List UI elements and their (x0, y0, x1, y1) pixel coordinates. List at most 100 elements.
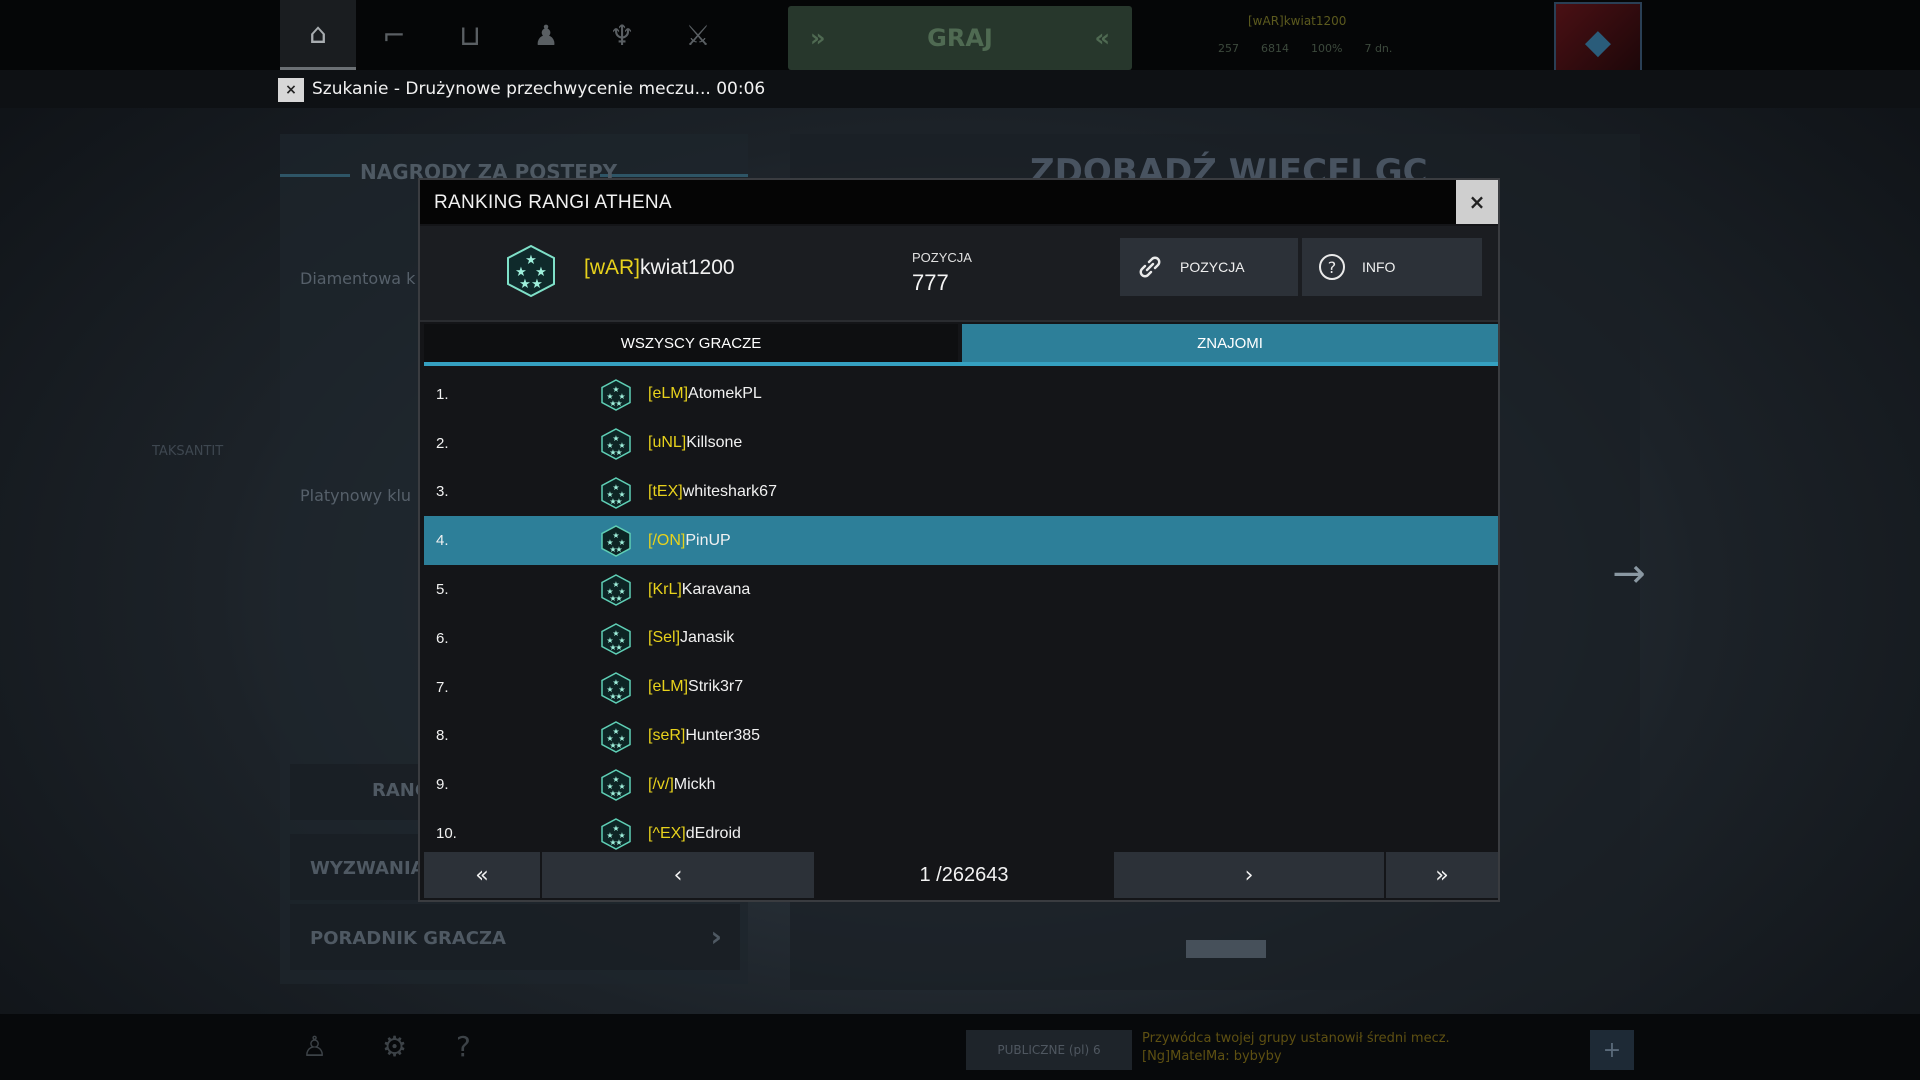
tab-friends[interactable]: ZNAJOMI (962, 324, 1498, 362)
table-row[interactable]: 1. ★ ★ ★ ★ ★ [eLM]AtomekPL (424, 370, 1498, 419)
rank-number: 2. (436, 434, 449, 452)
table-row[interactable]: 10. ★ ★ ★ ★ ★ [^EX]dEdroid (424, 809, 1498, 858)
player-nickname: Karavana (681, 580, 751, 598)
reward-label: Diamentowa k (300, 269, 416, 288)
player-name: [^EX]dEdroid (648, 825, 741, 843)
close-button[interactable]: × (1456, 180, 1498, 224)
weapons-icon[interactable]: ⌐ (356, 0, 432, 70)
player-nickname: whiteshark67 (682, 482, 777, 500)
clan-tag: [^EX] (648, 824, 686, 842)
trophy-icon[interactable]: ♆ (584, 0, 660, 70)
player-name: [KrL]Karavana (648, 581, 750, 599)
friends-icon[interactable]: ♙ (302, 1030, 327, 1063)
help-icon[interactable]: ? (456, 1030, 471, 1063)
clan-tag: [Sel] (648, 629, 681, 647)
table-row[interactable]: 5. ★ ★ ★ ★ ★ [KrL]Karavana (424, 565, 1498, 614)
clan-tag: [wAR] (584, 256, 641, 279)
clan-tag: [tEX] (648, 482, 683, 500)
rank-number: 1. (436, 385, 449, 403)
player-nickname: Janasik (680, 629, 735, 647)
divider (280, 174, 350, 177)
ranking-tabs: WSZYSCY GRACZE ZNAJOMI (424, 324, 1498, 366)
player-name: [eLM]AtomekPL (648, 385, 762, 403)
position-button-label: POZYCJA (1180, 259, 1245, 275)
clan-tag: [uNL] (648, 434, 687, 452)
matchmaking-status: Szukanie - Drużynowe przechwycenie meczu… (312, 79, 766, 99)
player-nickname: kwiat1200 (640, 256, 735, 279)
rank-emblem-icon: ★ ★ ★ ★ ★ (601, 427, 631, 460)
svg-text:?: ? (1328, 258, 1337, 277)
rank-number: 6. (436, 629, 449, 647)
first-page-button[interactable]: « (424, 852, 540, 898)
svg-text:★: ★ (615, 545, 622, 554)
svg-text:★: ★ (615, 594, 622, 603)
chat-expand-button[interactable]: + (1590, 1030, 1634, 1070)
next-page-button[interactable]: › (1114, 852, 1384, 898)
clan-tag: [eLM] (648, 385, 689, 403)
reward-label: Platynowy klu (300, 486, 412, 505)
home-icon[interactable]: ⌂ (280, 0, 356, 70)
rank-emblem-icon: ★ ★ ★ ★ ★ (601, 574, 631, 607)
play-button[interactable]: » GRAJ « (788, 6, 1132, 70)
player-nickname: PinUP (685, 531, 731, 549)
svg-text:★: ★ (519, 277, 531, 292)
previous-page-button[interactable]: ‹ (542, 852, 814, 898)
player-nickname: Mickh (673, 775, 716, 793)
guide-menu-item[interactable]: PORADNIK GRACZA › (290, 904, 740, 970)
public-chat-button[interactable]: PUBLICZNE (pl) 6 (966, 1030, 1132, 1070)
player-stat: 7 dn. (1364, 42, 1393, 55)
link-icon (1120, 253, 1180, 281)
player-summary[interactable]: [wAR]kwiat1200 257 6814 100% 7 dn. (1218, 8, 1548, 64)
arrow-right-icon[interactable]: → (1594, 534, 1664, 614)
rank-emblem-icon: ★ ★ ★ ★ ★ (601, 476, 631, 509)
carousel-indicator (1186, 940, 1266, 958)
help-circle-icon: ? (1302, 252, 1362, 282)
rank-ranking-dialog: RANKING RANGI ATHENA × ★ ★ ★ ★ ★ [wAR]kw… (418, 178, 1500, 902)
dialog-header: RANKING RANGI ATHENA × (420, 180, 1498, 224)
player-name: [eLM]Strik3r7 (648, 678, 743, 696)
shop-icon[interactable]: ⊔ (432, 0, 508, 70)
table-row[interactable]: 8. ★ ★ ★ ★ ★ [seR]Hunter385 (424, 712, 1498, 761)
table-row[interactable]: 9. ★ ★ ★ ★ ★ [/v/]Mickh (424, 760, 1498, 809)
tab-all-players[interactable]: WSZYSCY GRACZE (424, 324, 958, 362)
rank-emblem-icon: ★ ★ ★ ★ ★ (601, 818, 631, 851)
info-button-label: INFO (1362, 259, 1396, 275)
cancel-search-button[interactable]: × (278, 78, 304, 102)
table-row[interactable]: 7. ★ ★ ★ ★ ★ [eLM]Strik3r7 (424, 663, 1498, 712)
rank-emblem-icon: ★ ★ ★ ★ ★ (601, 623, 631, 655)
position-label: POZYCJA (912, 250, 972, 265)
chat-line: [Ng]MatelMa: bybyby (1142, 1049, 1282, 1064)
player-name: [seR]Hunter385 (648, 727, 760, 745)
clan-icon[interactable]: ⚔ (660, 0, 736, 70)
player-name: [uNL]Killsone (648, 434, 742, 452)
last-page-button[interactable]: » (1386, 852, 1498, 898)
clan-tag: [KrL] (648, 580, 682, 598)
rank-number: 4. (436, 532, 449, 550)
player-nickname: dEdroid (685, 824, 741, 842)
play-label: GRAJ (927, 24, 993, 52)
go-to-position-button[interactable]: POZYCJA (1120, 238, 1298, 296)
rank-emblem-icon: ★ ★ ★ ★ ★ (601, 525, 631, 558)
table-row[interactable]: 2. ★ ★ ★ ★ ★ [uNL]Killsone (424, 419, 1498, 468)
player-stat: 100% (1311, 42, 1343, 55)
table-row[interactable]: 3. ★ ★ ★ ★ ★ [tEX]whiteshark67 (424, 468, 1498, 517)
chat-messages: Przywódca twojej grupy ustanowił średni … (1142, 1030, 1450, 1066)
player-name: [/ON]PinUP (648, 532, 731, 550)
gear-icon[interactable]: ⚙ (382, 1030, 407, 1063)
rank-emblem-icon: ★ ★ ★ ★ ★ (507, 244, 555, 298)
chat-line: Przywódca twojej grupy ustanowił średni … (1142, 1031, 1450, 1046)
player-summary-name: [wAR]kwiat1200 (1248, 14, 1347, 28)
rank-number: 8. (436, 727, 449, 745)
player-name: [/v/]Mickh (648, 776, 716, 794)
table-row[interactable]: 6. ★ ★ ★ ★ ★ [Sel]Janasik (424, 614, 1498, 663)
info-button[interactable]: ? INFO (1302, 238, 1482, 296)
double-chevron-left-icon: « (1094, 24, 1110, 52)
player-nickname: Hunter385 (685, 726, 761, 744)
main-nav: ⌂ ⌐ ⊔ ♟ ♆ ⚔ (280, 0, 736, 70)
table-row[interactable]: 4. ★ ★ ★ ★ ★ [/ON]PinUP (424, 516, 1498, 566)
profile-icon[interactable]: ♟ (508, 0, 584, 70)
player-nickname: Killsone (686, 434, 743, 452)
position-value: 777 (912, 270, 949, 295)
player-stat: 257 (1218, 42, 1239, 55)
rank-number: 7. (436, 678, 449, 696)
